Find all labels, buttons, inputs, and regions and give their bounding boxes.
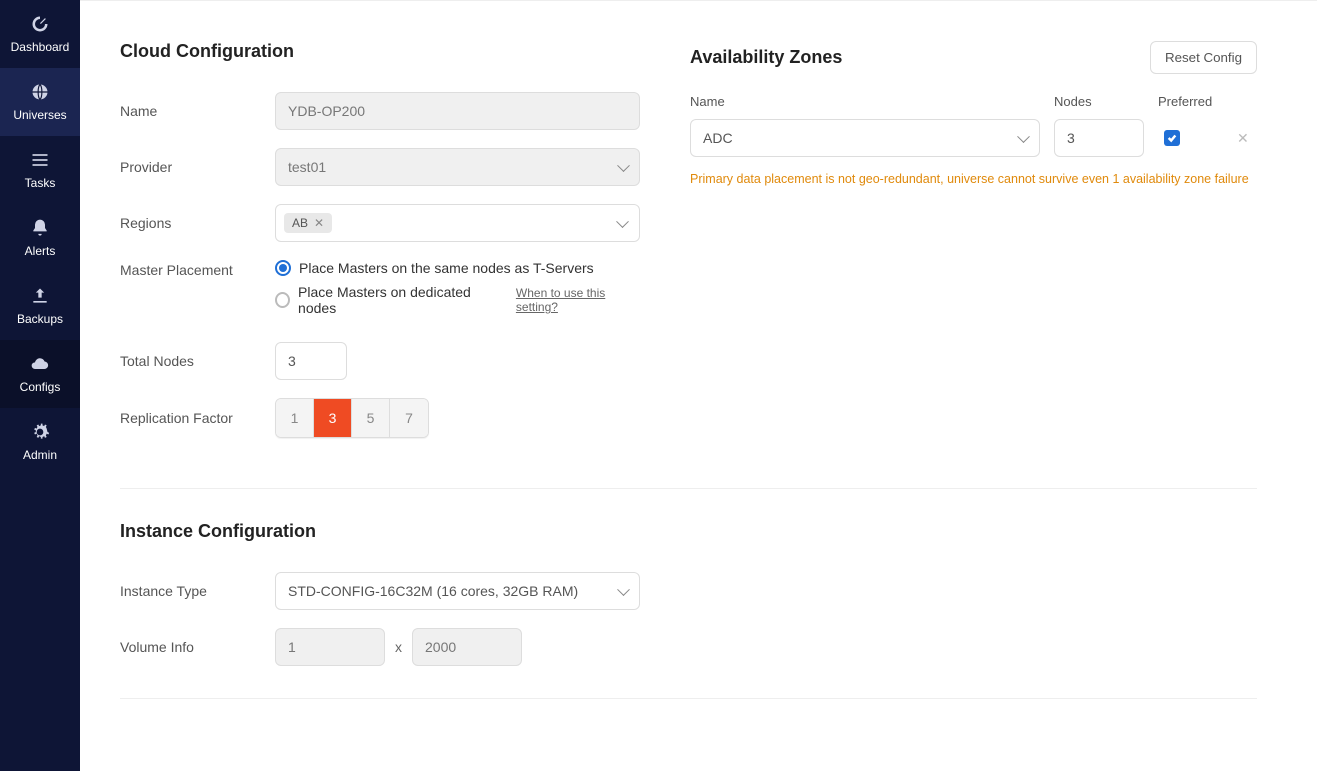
radio-same-nodes[interactable]: [275, 260, 291, 276]
sidebar-item-label: Dashboard: [11, 40, 70, 54]
region-chip-label: AB: [292, 216, 308, 230]
sidebar-item-alerts[interactable]: Alerts: [0, 204, 80, 272]
sidebar-item-label: Configs: [20, 380, 61, 394]
label-regions: Regions: [120, 215, 275, 231]
globe-icon: [30, 82, 50, 102]
label-provider: Provider: [120, 159, 275, 175]
label-instance-type: Instance Type: [120, 583, 275, 599]
regions-multiselect[interactable]: AB ✕: [275, 204, 640, 242]
az-name-value: [690, 119, 1040, 157]
sidebar-item-label: Admin: [23, 448, 57, 462]
label-replication-factor: Replication Factor: [120, 410, 275, 426]
instance-type-select[interactable]: [275, 572, 640, 610]
total-nodes-input[interactable]: [275, 342, 347, 380]
sidebar-item-configs[interactable]: Configs: [0, 340, 80, 408]
sidebar-item-universes[interactable]: Universes: [0, 68, 80, 136]
az-nodes-input[interactable]: [1054, 119, 1144, 157]
az-name-select[interactable]: [690, 119, 1040, 157]
label-total-nodes: Total Nodes: [120, 353, 275, 369]
az-col-preferred: Preferred: [1158, 94, 1223, 109]
bell-icon: [30, 218, 50, 238]
sidebar-item-label: Tasks: [25, 176, 56, 190]
rf-option-3[interactable]: 3: [314, 399, 352, 437]
provider-value: [275, 148, 640, 186]
master-placement-help-link[interactable]: When to use this setting?: [516, 286, 640, 314]
radio-dedicated-nodes[interactable]: [275, 292, 290, 308]
cloud-icon: [30, 354, 50, 374]
sidebar-item-label: Alerts: [25, 244, 56, 258]
upload-icon: [30, 286, 50, 306]
radio-dedicated-label: Place Masters on dedicated nodes: [298, 284, 496, 316]
preferred-checkbox[interactable]: [1164, 130, 1180, 146]
instance-config-title: Instance Configuration: [120, 521, 1257, 542]
az-row: ✕: [690, 119, 1257, 157]
geo-redundancy-warning: Primary data placement is not geo-redund…: [690, 171, 1257, 189]
sidebar-item-admin[interactable]: Admin: [0, 408, 80, 476]
label-volume-info: Volume Info: [120, 639, 275, 655]
az-col-name: Name: [690, 94, 1040, 109]
gauge-icon: [30, 14, 50, 34]
sidebar-item-tasks[interactable]: Tasks: [0, 136, 80, 204]
rf-option-7[interactable]: 7: [390, 399, 428, 437]
gear-icon: [30, 422, 50, 442]
az-col-nodes: Nodes: [1054, 94, 1144, 109]
rf-option-5[interactable]: 5: [352, 399, 390, 437]
provider-select[interactable]: [275, 148, 640, 186]
volume-multiply-label: x: [395, 639, 402, 655]
sidebar-item-label: Universes: [13, 108, 66, 122]
main-content: Cloud Configuration Name Provider Region…: [80, 0, 1317, 771]
remove-region-icon[interactable]: ✕: [314, 216, 324, 230]
list-icon: [30, 150, 50, 170]
remove-az-icon[interactable]: ✕: [1237, 130, 1257, 147]
instance-type-value: [275, 572, 640, 610]
radio-same-label: Place Masters on the same nodes as T-Ser…: [299, 260, 594, 276]
sidebar: Dashboard Universes Tasks Alerts Backups…: [0, 0, 80, 771]
sidebar-item-backups[interactable]: Backups: [0, 272, 80, 340]
az-title: Availability Zones: [690, 47, 842, 68]
cloud-config-title: Cloud Configuration: [120, 41, 640, 62]
reset-config-button[interactable]: Reset Config: [1150, 41, 1257, 74]
volume-count-input[interactable]: [275, 628, 385, 666]
rf-option-1[interactable]: 1: [276, 399, 314, 437]
sidebar-item-dashboard[interactable]: Dashboard: [0, 0, 80, 68]
section-divider: [120, 698, 1257, 699]
section-divider: [120, 488, 1257, 489]
check-icon: [1167, 133, 1177, 143]
label-name: Name: [120, 103, 275, 119]
name-input[interactable]: [275, 92, 640, 130]
rf-button-group: 1 3 5 7: [275, 398, 429, 438]
sidebar-item-label: Backups: [17, 312, 63, 326]
volume-size-input[interactable]: [412, 628, 522, 666]
region-chip: AB ✕: [284, 213, 332, 233]
label-master-placement: Master Placement: [120, 260, 275, 278]
